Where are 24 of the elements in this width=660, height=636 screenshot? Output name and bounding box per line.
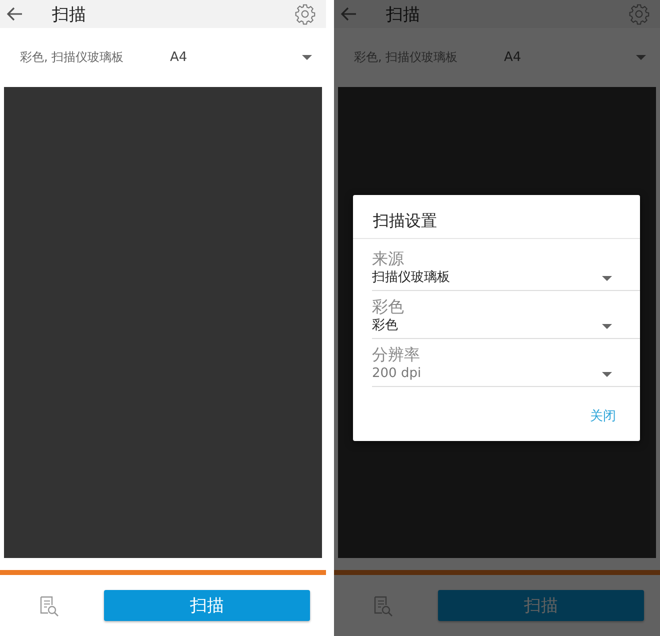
dropdown-caret-icon <box>302 55 312 60</box>
dropdown-caret-icon <box>602 324 612 328</box>
field-label: 彩色 <box>372 297 405 317</box>
scan-button[interactable]: 扫描 <box>104 590 310 621</box>
screen-title: 扫描 <box>386 4 421 26</box>
back-arrow-icon[interactable] <box>6 5 24 23</box>
scan-settings-summary[interactable]: 彩色, 扫描仪玻璃板 <box>354 49 504 66</box>
dropdown-caret-icon <box>602 276 612 280</box>
dropdown-caret-icon <box>636 55 646 60</box>
paper-size-dropdown[interactable]: A4 <box>170 50 302 65</box>
scan-settings-summary[interactable]: 彩色, 扫描仪玻璃板 <box>20 49 170 66</box>
screen-title: 扫描 <box>52 4 87 26</box>
dropdown-value[interactable]: 彩色 <box>372 317 602 335</box>
dropdown-value[interactable]: 扫描仪玻璃板 <box>372 269 602 287</box>
document-search-icon[interactable] <box>38 594 60 616</box>
dialog-title: 扫描设置 <box>372 210 438 232</box>
field-label: 分辨率 <box>372 345 421 365</box>
paper-size-dropdown[interactable]: A4 <box>504 50 636 65</box>
field-label: 来源 <box>372 249 405 269</box>
dropdown-caret-icon <box>602 372 612 376</box>
close-button[interactable]: 关闭 <box>590 407 616 425</box>
settings-icon[interactable] <box>294 3 316 25</box>
settings-icon[interactable] <box>628 3 650 25</box>
document-search-icon[interactable] <box>372 594 394 616</box>
